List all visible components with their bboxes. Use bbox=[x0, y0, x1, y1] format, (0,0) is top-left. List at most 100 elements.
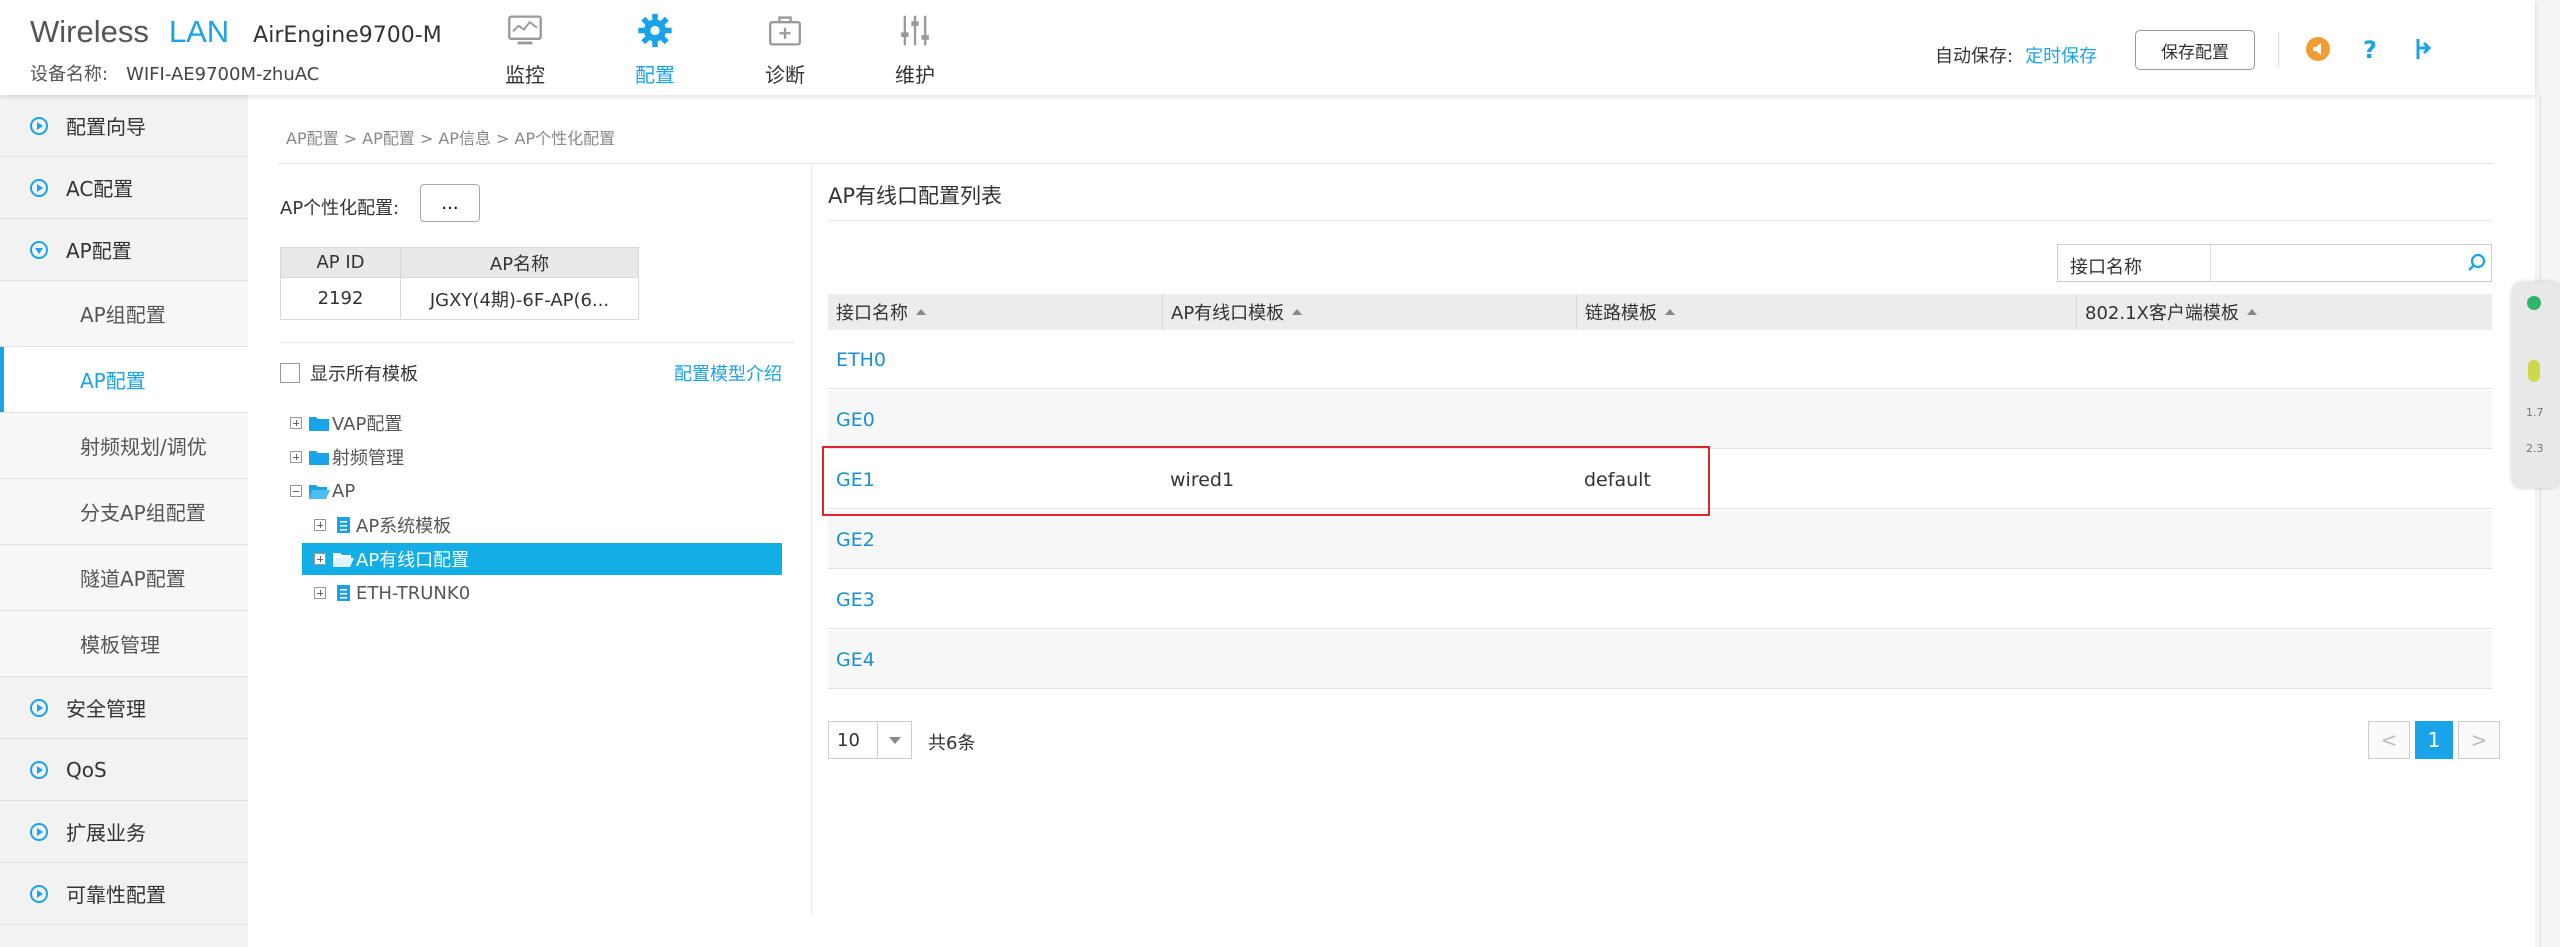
network-speed-widget[interactable]: 1.7 2.3 bbox=[2512, 282, 2560, 488]
tree-node-label: AP系统模板 bbox=[356, 516, 452, 537]
header-divider bbox=[2278, 32, 2279, 68]
nav-maintain-label: 维护 bbox=[895, 63, 935, 87]
sidebar-sub-label: 射频规划/调优 bbox=[80, 435, 207, 459]
sliders-icon bbox=[901, 15, 929, 46]
sidebar-sub-tunnel-ap[interactable]: 隧道AP配置 bbox=[0, 545, 248, 611]
collapse-icon[interactable] bbox=[290, 485, 302, 497]
toolbox-icon bbox=[769, 16, 801, 46]
sort-icon bbox=[1665, 309, 1675, 315]
interface-link[interactable]: GE4 bbox=[828, 630, 875, 689]
device-info: 设备名称: WIFI-AE9700M-zhuAC bbox=[30, 60, 442, 86]
column-header-wired-template[interactable]: AP有线口模板 bbox=[1162, 294, 1576, 330]
autosave-mode-link[interactable]: 定时保存 bbox=[2025, 46, 2097, 67]
sidebar-item-reliability[interactable]: 可靠性配置 bbox=[0, 863, 248, 925]
config-tree-panel: AP个性化配置: ... AP ID AP名称 2192 JGXY(4期)-6F… bbox=[278, 164, 812, 914]
sidebar-item-wizard[interactable]: 配置向导 bbox=[0, 95, 248, 157]
sidebar-item-qos[interactable]: QoS bbox=[0, 739, 248, 801]
tree-node-ap[interactable]: AP bbox=[290, 475, 355, 507]
expand-icon[interactable] bbox=[290, 451, 302, 463]
sidebar-sub-ap-config[interactable]: AP配置 bbox=[0, 347, 248, 413]
table-row[interactable]: ETH0 bbox=[828, 330, 2492, 389]
page-scrollbar[interactable] bbox=[2540, 95, 2554, 947]
svg-text:?: ? bbox=[2363, 36, 2377, 62]
table-row[interactable]: GE1 wired1 default bbox=[828, 450, 2492, 509]
interface-link[interactable]: GE0 bbox=[828, 390, 875, 449]
expand-icon[interactable] bbox=[314, 553, 326, 565]
column-header-interface[interactable]: 接口名称 bbox=[828, 294, 1162, 330]
chevron-down-icon[interactable] bbox=[877, 722, 911, 758]
prev-page-button[interactable]: < bbox=[2368, 721, 2410, 759]
main-content: AP配置 > AP配置 > AP信息 > AP个性化配置 AP个性化配置: ..… bbox=[248, 95, 2535, 947]
sidebar-item-label: 扩展业务 bbox=[66, 821, 146, 845]
nav-diagnose[interactable]: 诊断 bbox=[720, 8, 850, 88]
tree-node-ap-system-template[interactable]: AP系统模板 bbox=[314, 509, 451, 541]
ap-name-cell: JGXY(4期)-6F-AP(6... bbox=[400, 277, 639, 320]
sidebar-item-ap-config[interactable]: AP配置 bbox=[0, 219, 248, 281]
sidebar-sub-ap-group[interactable]: AP组配置 bbox=[0, 281, 248, 347]
show-all-checkbox[interactable] bbox=[280, 363, 300, 383]
column-header-8021x-template[interactable]: 802.1X客户端模板 bbox=[2076, 294, 2492, 330]
search-button[interactable] bbox=[2463, 245, 2491, 281]
nav-config[interactable]: 配置 bbox=[590, 8, 720, 88]
help-icon[interactable]: ? bbox=[2357, 36, 2383, 62]
next-page-button[interactable]: > bbox=[2458, 721, 2500, 759]
tree-node-vap[interactable]: VAP配置 bbox=[290, 407, 402, 439]
brand-lan: LAN bbox=[168, 14, 230, 49]
sidebar-sub-radio-planning[interactable]: 射频规划/调优 bbox=[0, 413, 248, 479]
tree-node-ap-wired-port[interactable]: AP有线口配置 bbox=[302, 543, 782, 575]
device-name: WIFI-AE9700M-zhuAC bbox=[126, 64, 320, 85]
config-model-intro-link[interactable]: 配置模型介绍 bbox=[674, 360, 782, 386]
top-header: Wireless LAN AirEngine9700-M 设备名称: WIFI-A… bbox=[0, 0, 2535, 95]
sidebar-sub-label: 分支AP组配置 bbox=[80, 501, 206, 525]
show-all-templates[interactable]: 显示所有模板 bbox=[280, 360, 418, 386]
dot1x-template-cell bbox=[2076, 330, 2084, 389]
wired-template-cell bbox=[1162, 390, 1170, 449]
logout-icon[interactable] bbox=[2409, 36, 2435, 62]
document-icon bbox=[337, 517, 350, 533]
interface-link[interactable]: GE2 bbox=[828, 510, 875, 569]
sidebar-sub-template-mgmt[interactable]: 模板管理 bbox=[0, 611, 248, 677]
select-ap-button[interactable]: ... bbox=[420, 184, 480, 222]
nav-maintain[interactable]: 维护 bbox=[850, 8, 980, 88]
table-header: 接口名称 AP有线口模板 链路模板 802.1X客户端模板 bbox=[828, 294, 2492, 330]
sidebar-item-security[interactable]: 安全管理 bbox=[0, 677, 248, 739]
expand-icon[interactable] bbox=[314, 519, 326, 531]
table-row: 2192 JGXY(4期)-6F-AP(6... bbox=[280, 277, 639, 320]
total-count: 共6条 bbox=[928, 733, 976, 754]
expand-icon bbox=[30, 822, 48, 841]
expand-icon[interactable] bbox=[290, 417, 302, 429]
ap-info-table: AP ID AP名称 2192 JGXY(4期)-6F-AP(6... bbox=[280, 247, 639, 320]
sidebar-sub-label: 隧道AP配置 bbox=[80, 567, 186, 591]
interface-link[interactable]: GE3 bbox=[828, 570, 875, 629]
tree-node-radio[interactable]: 射频管理 bbox=[290, 441, 404, 473]
sidebar-item-label: AP配置 bbox=[66, 239, 132, 263]
page-size-select[interactable]: 10 bbox=[828, 721, 912, 759]
table-row[interactable]: GE3 bbox=[828, 570, 2492, 629]
page-1-button[interactable]: 1 bbox=[2415, 721, 2453, 759]
tree-node-eth-trunk[interactable]: ETH-TRUNK0 bbox=[314, 577, 470, 609]
announcement-icon[interactable] bbox=[2305, 36, 2331, 62]
expand-icon bbox=[30, 178, 48, 197]
dot1x-template-cell bbox=[2076, 450, 2084, 509]
tree-node-label: VAP配置 bbox=[332, 414, 403, 435]
status-dot-icon bbox=[2527, 296, 2541, 310]
table-row[interactable]: GE4 bbox=[828, 630, 2492, 689]
search-input[interactable] bbox=[2211, 245, 2464, 281]
interface-link[interactable]: GE1 bbox=[828, 450, 875, 509]
document-icon bbox=[337, 585, 350, 601]
sidebar-item-extended[interactable]: 扩展业务 bbox=[0, 801, 248, 863]
sort-icon bbox=[1292, 309, 1303, 315]
sidebar-sub-branch-ap-group[interactable]: 分支AP组配置 bbox=[0, 479, 248, 545]
save-config-button[interactable]: 保存配置 bbox=[2135, 30, 2255, 70]
link-template-cell: default bbox=[1584, 468, 1651, 491]
nav-monitor[interactable]: 监控 bbox=[460, 8, 590, 88]
interface-link[interactable]: ETH0 bbox=[828, 330, 886, 389]
tree-node-label: ETH-TRUNK0 bbox=[356, 582, 471, 604]
sidebar-item-ac-config[interactable]: AC配置 bbox=[0, 157, 248, 219]
table-row[interactable]: GE0 bbox=[828, 390, 2492, 449]
search-field-label[interactable]: 接口名称 bbox=[2058, 245, 2212, 281]
sidebar-item-label: 安全管理 bbox=[66, 697, 146, 721]
column-header-link-template[interactable]: 链路模板 bbox=[1576, 294, 2076, 330]
expand-icon[interactable] bbox=[314, 587, 326, 599]
table-row[interactable]: GE2 bbox=[828, 510, 2492, 569]
